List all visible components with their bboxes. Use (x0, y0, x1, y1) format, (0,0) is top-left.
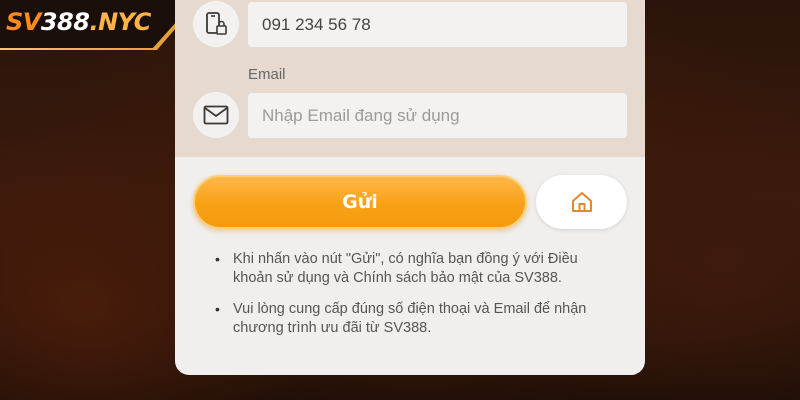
registration-card: Email Gửi • Khi nhấn vào nút "Gửi", có n… (175, 0, 645, 375)
submit-button[interactable]: Gửi (193, 175, 527, 229)
logo-domain: .NYC (89, 8, 151, 36)
notes-list: • Khi nhấn vào nút "Gửi", có nghĩa bạn đ… (215, 250, 615, 350)
list-item: • Khi nhấn vào nút "Gửi", có nghĩa bạn đ… (215, 250, 615, 288)
brand-logo: SV388.NYC (6, 8, 151, 36)
mail-icon (203, 105, 229, 125)
list-item: • Vui lòng cung cấp đúng số điện thoại v… (215, 300, 615, 338)
mail-icon-circle (193, 92, 239, 138)
email-label: Email (248, 66, 286, 83)
phone-input[interactable] (248, 2, 627, 47)
logo-sv: SV (6, 8, 41, 36)
email-input[interactable] (248, 93, 627, 138)
phone-icon-circle (193, 1, 239, 47)
phone-lock-icon (206, 12, 227, 35)
note-text: Vui lòng cung cấp đúng số điện thoại và … (233, 301, 587, 336)
logo-number: 388 (40, 8, 90, 36)
note-text: Khi nhấn vào nút "Gửi", có nghĩa bạn đồn… (233, 251, 578, 286)
home-button[interactable] (536, 175, 627, 229)
bullet-icon: • (215, 301, 220, 317)
bullet-icon: • (215, 251, 220, 267)
submit-button-label: Gửi (342, 191, 378, 213)
home-icon (571, 192, 592, 212)
